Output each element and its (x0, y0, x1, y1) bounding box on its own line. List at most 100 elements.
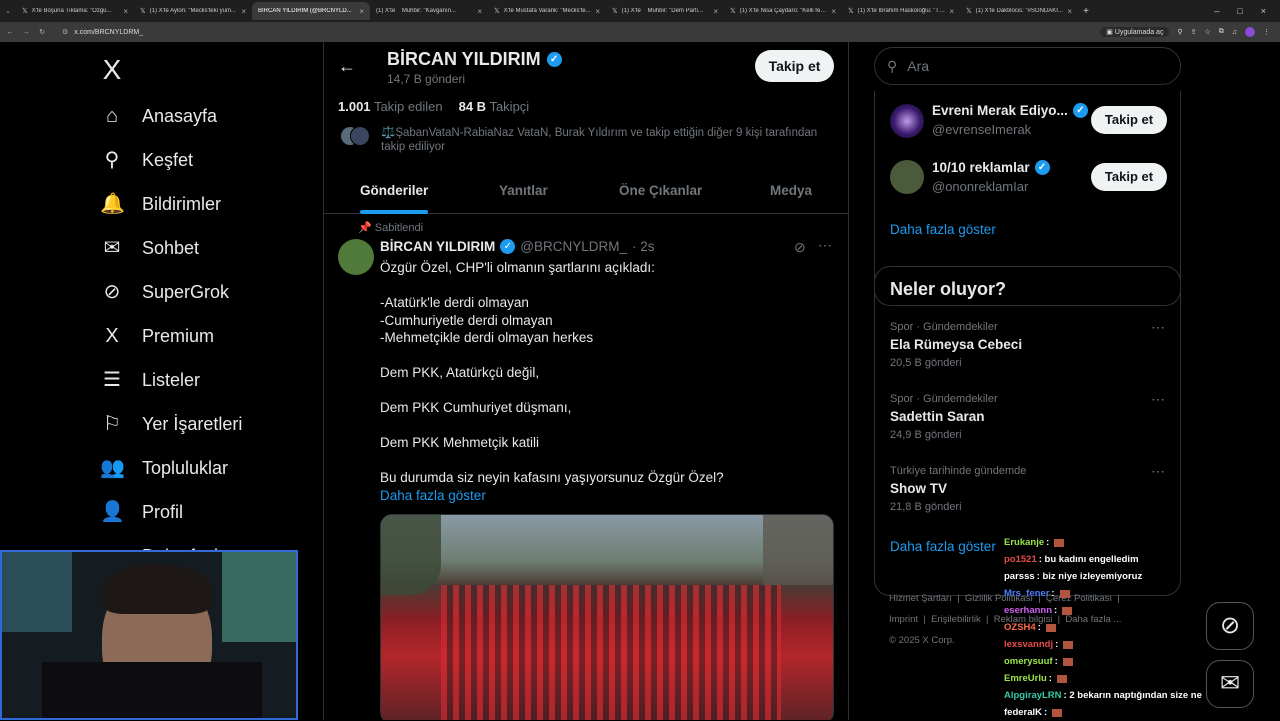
pinned-post[interactable]: 📌 Sabitlendi BİRCAN YILDIRIM ✓ @BRCNYLDR… (324, 215, 848, 720)
browser-tab[interactable]: 𝕏 X'te Boşuna Tıklama: "Özgü... × (16, 2, 134, 20)
chat-emote-icon (1062, 606, 1073, 615)
stream-chat-overlay: Erukanje : po1521: bu kadını engelledim … (1004, 534, 1234, 720)
tab-posts[interactable]: Gönderiler (360, 183, 428, 198)
tab-highlights[interactable]: Öne Çıkanlar (619, 183, 702, 198)
post-video[interactable] (380, 514, 834, 720)
show-more-link[interactable]: Daha fazla göster (890, 222, 996, 237)
suggested-user-name[interactable]: Evreni Merak Ediyo... ✓ (932, 103, 1088, 118)
url-field[interactable]: ⚙ x.com/BRCNYLDRM_ (56, 25, 1100, 39)
tab-close-icon[interactable]: × (1067, 7, 1072, 16)
chat-text: : (1044, 707, 1048, 718)
followed-by-text[interactable]: ⚖️ŞabanVataN-RabiaNaz VataN, Burak Yıldı… (381, 126, 831, 154)
more-options-icon[interactable]: ⋯ (1151, 463, 1165, 480)
search-input[interactable]: ⚲ Ara (874, 47, 1181, 85)
chat-text: : (1054, 656, 1058, 667)
footer-link[interactable]: Hizmet Şartları (889, 593, 952, 604)
tab-close-icon[interactable]: × (477, 7, 482, 16)
sidebar-item-supergrok[interactable]: ⊘ SuperGrok (100, 280, 229, 304)
bookmark-star-icon[interactable]: ☆ (1204, 28, 1210, 36)
webcam-hair-shape (102, 564, 212, 614)
extensions-icon[interactable]: ⧉ (1219, 28, 1224, 36)
browser-tab[interactable]: 𝕏 (1) X'te Nisa Çaydaro: "Kelli felli... × (724, 2, 842, 20)
footer-link[interactable]: Imprint (889, 614, 918, 625)
post-author-handle[interactable]: @BRCNYLDRM_ (520, 239, 627, 254)
chat-username: lexsvanndj (1004, 639, 1054, 650)
browser-tab[interactable]: 𝕏 (1) X'te Daktilocis: "#SONDAKİ... × (960, 2, 1078, 20)
sidebar-item-label: Profil (142, 501, 184, 522)
maximize-icon[interactable]: □ (1237, 6, 1242, 16)
trend-item[interactable]: Spor · Gündemdekiler Ela Rümeysa Cebeci … (875, 319, 1180, 385)
new-tab-button[interactable]: + (1078, 6, 1094, 17)
open-in-app-icon: ▣ (1106, 29, 1115, 36)
follow-button[interactable]: Takip et (755, 50, 834, 82)
tab-search-icon[interactable]: ⌄ (0, 8, 16, 15)
post-line: -Cumhuriyetle derdi olmayan (380, 312, 553, 328)
site-info-icon[interactable]: ⚙ (62, 28, 68, 36)
zoom-icon[interactable]: ⚲ (1177, 28, 1182, 36)
post-show-more-link[interactable]: Daha fazla göster (380, 487, 830, 505)
browser-tab[interactable]: 𝕏 (1) X'te Aylon: "Meclis'teki yum... × (134, 2, 252, 20)
minimize-icon[interactable]: – (1214, 6, 1219, 16)
share-icon[interactable]: ⇪ (1191, 28, 1197, 36)
sidebar-item-chat[interactable]: ✉ Sohbet (100, 236, 199, 260)
avatar[interactable] (890, 160, 924, 194)
suggested-user-name[interactable]: 10/10 reklamlar ✓ (932, 160, 1050, 175)
sidebar-item-home[interactable]: ⌂ Anasayfa (100, 104, 217, 128)
show-more-link[interactable]: Daha fazla göster (890, 539, 996, 554)
x-favicon-icon: 𝕏 (848, 8, 854, 15)
browser-tab[interactable]: 𝕏 (1) X'te Muhbir: "Dem Parti... × (606, 2, 724, 20)
browser-tab[interactable]: (1) X'te Muhbir: "Kavganın... × (370, 2, 488, 20)
chat-emote-icon (1063, 640, 1074, 649)
followers-you-know-avatars[interactable] (340, 126, 376, 146)
tab-close-icon[interactable]: × (359, 7, 364, 16)
post-time[interactable]: · 2s (632, 239, 655, 254)
footer-link[interactable]: Erişilebilirlik (931, 614, 981, 625)
back-icon[interactable]: ← (4, 29, 16, 36)
sidebar-item-premium[interactable]: X Premium (100, 324, 214, 348)
media-icon[interactable]: ♫ (1232, 29, 1237, 36)
sidebar-item-communities[interactable]: 👥 Topluluklar (100, 456, 228, 480)
browser-tab-active[interactable]: BİRCAN YILDIRIM (@BRCNYLD... × (252, 2, 370, 20)
more-options-icon[interactable]: ⋯ (1151, 391, 1165, 408)
sidebar-item-explore[interactable]: ⚲ Keşfet (100, 148, 193, 172)
browser-menu-icon[interactable]: ⋮ (1263, 28, 1270, 36)
follow-button[interactable]: Takip et (1091, 106, 1167, 134)
x-logo-icon[interactable]: X (96, 54, 128, 86)
more-options-icon[interactable]: ⋯ (1151, 319, 1165, 336)
tab-replies[interactable]: Yanıtlar (499, 183, 548, 198)
tab-close-icon[interactable]: × (123, 7, 128, 16)
tab-close-icon[interactable]: × (713, 7, 718, 16)
tab-close-icon[interactable]: × (949, 7, 954, 16)
webcam-overlay (0, 550, 298, 720)
post-author-name[interactable]: BİRCAN YILDIRIM (380, 239, 495, 254)
more-options-icon[interactable]: ⋯ (818, 237, 832, 254)
close-window-icon[interactable]: × (1261, 6, 1266, 16)
sidebar-item-notifications[interactable]: 🔔 Bildirimler (100, 192, 221, 216)
webcam-window-shape (2, 552, 72, 632)
following-label: Takip edilen (373, 99, 443, 114)
follow-button[interactable]: Takip et (1091, 163, 1167, 191)
video-building-shape (763, 515, 833, 585)
chat-text: : 2 bekarın naptığından size ne (1063, 690, 1202, 701)
reload-icon[interactable]: ↻ (36, 28, 48, 36)
browser-tab[interactable]: 𝕏 (1) X'te İbrahim Haskoloğlu: "TE... × (842, 2, 960, 20)
sidebar-item-profile[interactable]: 👤 Profil (100, 500, 183, 524)
tab-close-icon[interactable]: × (831, 7, 836, 16)
tab-close-icon[interactable]: × (595, 7, 600, 16)
tab-close-icon[interactable]: × (241, 7, 246, 16)
grok-icon[interactable]: ⊘ (794, 239, 806, 256)
followers-link[interactable]: 84 B Takipçi (459, 99, 530, 114)
profile-avatar-icon[interactable] (1245, 27, 1255, 37)
sidebar-item-bookmarks[interactable]: ⚐ Yer İşaretleri (100, 412, 242, 436)
trend-item[interactable]: Türkiye tarihinde gündemde Show TV 21,8 … (875, 463, 1180, 529)
browser-tab[interactable]: 𝕏 X'te Mustafa Varank: "Meclis'te... × (488, 2, 606, 20)
forward-icon[interactable]: → (20, 29, 32, 36)
back-arrow-icon[interactable]: ← (338, 56, 356, 77)
avatar[interactable] (890, 104, 924, 138)
open-in-app-button[interactable]: ▣ Uygulamada aç (1100, 27, 1170, 37)
avatar[interactable] (338, 239, 374, 275)
trend-item[interactable]: Spor · Gündemdekiler Sadettin Saran 24,9… (875, 391, 1180, 457)
following-link[interactable]: 1.001 Takip edilen (338, 99, 443, 114)
tab-media[interactable]: Medya (770, 183, 812, 198)
sidebar-item-lists[interactable]: ☰ Listeler (100, 368, 200, 392)
